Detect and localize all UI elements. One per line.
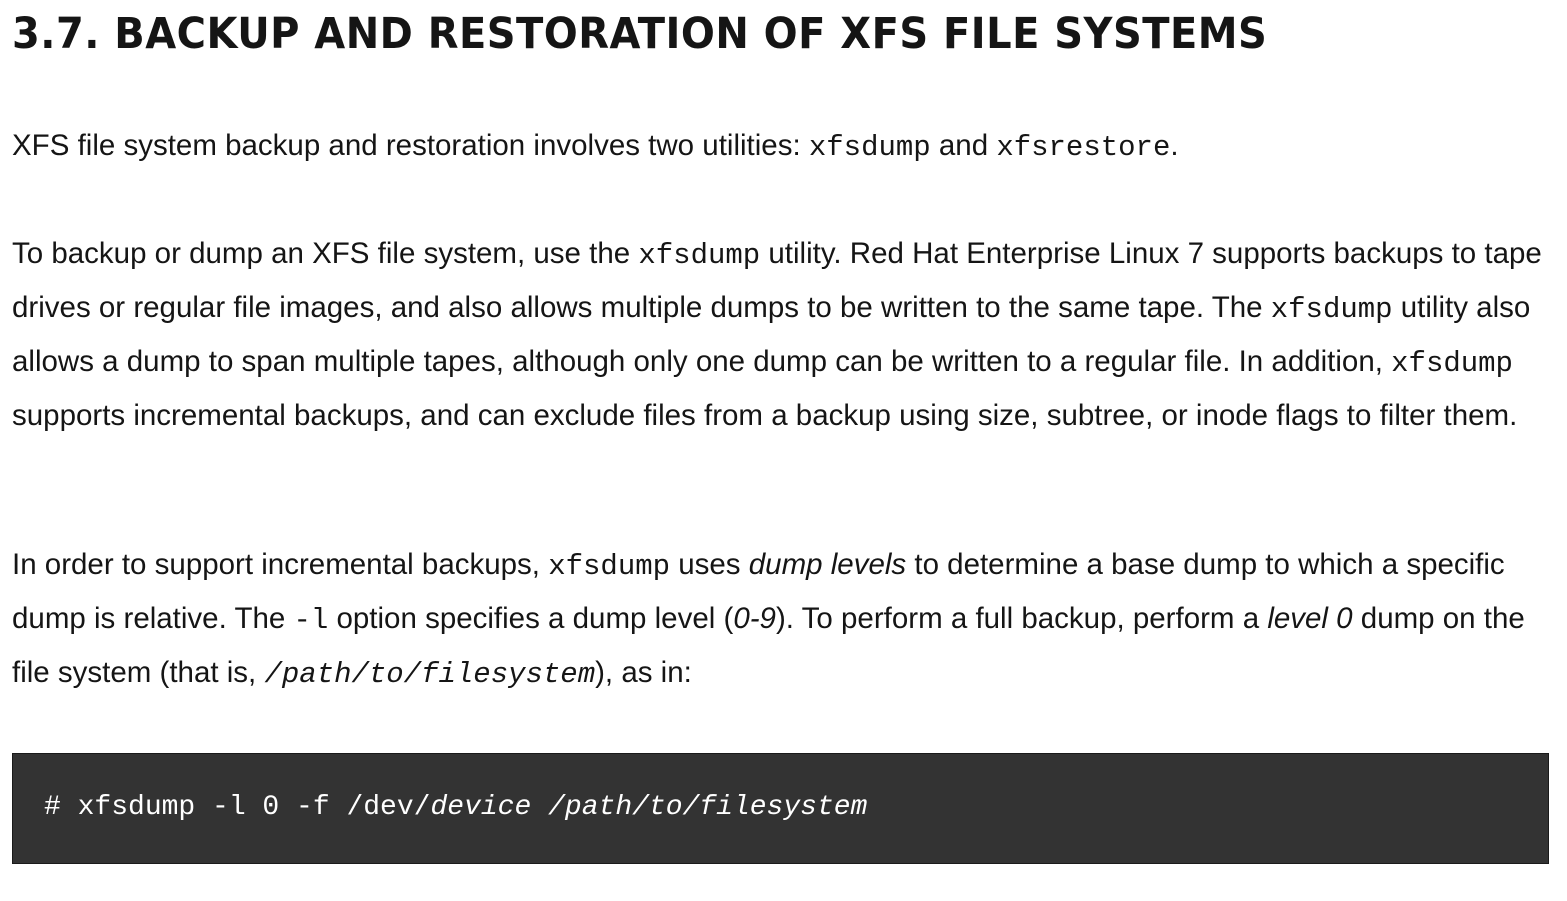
command-line: # xfsdump -l 0 -f /dev/device /path/to/f…	[44, 790, 867, 826]
code-path-filesystem: /path/to/filesystem	[264, 658, 596, 691]
code-xfsdump: xfsdump	[808, 131, 931, 164]
text-span: .	[1170, 129, 1179, 162]
text-span: ). To perform a full backup, perform a	[775, 602, 1268, 635]
emphasis-level-range: 0-9	[733, 602, 776, 635]
intro-paragraph: XFS file system backup and restoration i…	[12, 120, 1552, 174]
code-xfsdump: xfsdump	[1270, 293, 1393, 326]
command-arg-path: /path/to/filesystem	[548, 792, 868, 823]
emphasis-level-0: level 0	[1267, 602, 1353, 635]
code-block: # xfsdump -l 0 -f /dev/device /path/to/f…	[12, 753, 1549, 864]
dump-levels-paragraph: In order to support incremental backups,…	[12, 539, 1552, 701]
text-span: option specifies a dump level (	[328, 602, 734, 635]
text-span: In order to support incremental backups,	[12, 548, 549, 581]
code-xfsdump: xfsdump	[1391, 347, 1513, 380]
code-xfsrestore: xfsrestore	[996, 131, 1171, 164]
text-span: supports incremental backups, and can ex…	[12, 399, 1518, 432]
code-option-l: -l	[293, 604, 329, 637]
command-space	[531, 792, 548, 823]
section-heading: 3.7. BACKUP AND RESTORATION OF XFS FILE …	[12, 9, 1268, 59]
text-span: XFS file system backup and restoration i…	[12, 129, 809, 162]
text-span: To backup or dump an XFS file system, us…	[12, 237, 639, 270]
text-span: and	[930, 129, 997, 162]
text-span: uses	[670, 548, 749, 581]
command-prefix: # xfsdump -l 0 -f /dev/	[44, 792, 431, 823]
code-xfsdump: xfsdump	[638, 239, 761, 272]
text-span: ), as in:	[595, 656, 692, 689]
emphasis-dump-levels: dump levels	[748, 548, 907, 581]
code-xfsdump: xfsdump	[548, 550, 671, 583]
xfsdump-paragraph: To backup or dump an XFS file system, us…	[12, 228, 1552, 442]
command-arg-device: device	[430, 792, 532, 823]
